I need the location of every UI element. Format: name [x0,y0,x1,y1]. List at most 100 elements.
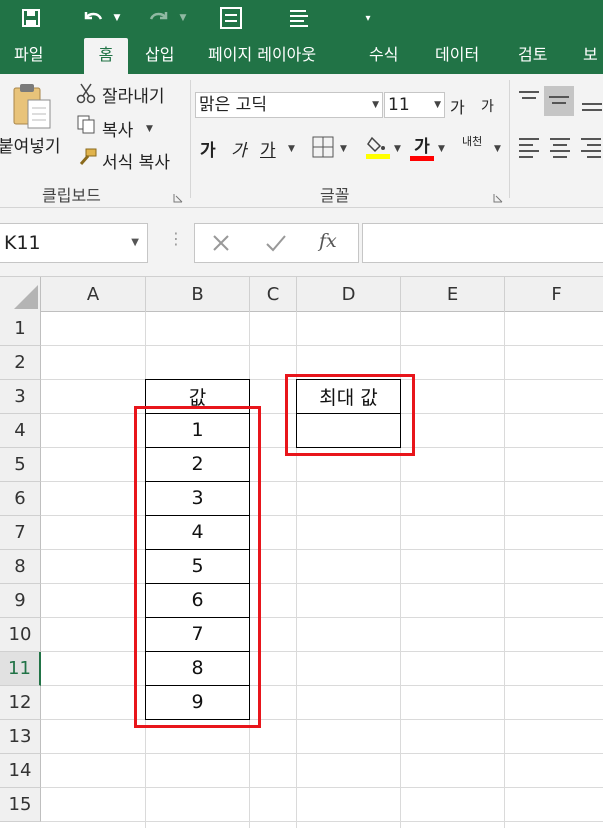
redo-icon[interactable] [144,0,174,36]
align-middle-icon[interactable] [544,86,574,116]
row-header-15[interactable]: 15 [0,788,41,822]
phonetic-label: 내천 [462,135,483,148]
gridline [41,719,603,720]
font-color-button[interactable]: 가 [410,132,434,161]
phonetic-dropdown-icon[interactable]: ▼ [494,144,501,154]
row-header-14[interactable]: 14 [0,754,41,788]
font-launcher-icon[interactable] [493,188,503,203]
gridline [41,821,603,822]
tab-page-layout[interactable]: 페이지 레이아웃 [208,36,316,74]
copy-dropdown-icon[interactable]: ▼ [146,124,153,134]
paste-icon[interactable] [10,82,54,130]
bold-button[interactable]: 가 [200,136,216,161]
border-icon[interactable] [312,136,334,163]
align-left-icon[interactable] [517,136,541,165]
align-center-icon[interactable] [548,136,572,165]
cut-button[interactable]: 잘라내기 [102,82,165,107]
redo-dropdown-icon[interactable]: ▼ [176,0,190,36]
formula-buttons: fx [194,223,359,263]
align-bottom-icon[interactable] [580,90,603,119]
row-header-12[interactable]: 12 [0,686,41,720]
row-header-4[interactable]: 4 [0,414,41,448]
align-top-icon[interactable] [517,90,541,115]
tab-review[interactable]: 검토 [518,36,547,74]
formula-input[interactable] [362,223,603,263]
font-group-label: 글꼴 [320,186,350,205]
row-header-3[interactable]: 3 [0,380,41,414]
phonetic-button[interactable]: 내천 [462,136,488,147]
undo-icon[interactable] [78,0,108,36]
row-header-2[interactable]: 2 [0,346,41,380]
enter-icon[interactable] [265,233,287,257]
font-size-value: 11 [388,95,410,115]
underline-button[interactable]: 가 [260,136,276,161]
row-header-8[interactable]: 8 [0,550,41,584]
row-header-11[interactable]: 11 [0,652,41,686]
form-icon[interactable] [216,0,246,36]
chevron-down-icon: ▼ [372,100,379,110]
column-header-e[interactable]: E [401,277,505,312]
gridline [41,753,603,754]
row-header-6[interactable]: 6 [0,482,41,516]
row-header-10[interactable]: 10 [0,618,41,652]
name-box[interactable]: K11 ▼ [0,223,148,263]
quick-access-toolbar: ▼ ▼ ▾ [0,0,603,36]
tab-file[interactable]: 파일 [14,36,43,74]
select-all-button[interactable] [0,277,41,312]
tab-insert[interactable]: 삽입 [145,36,174,74]
tab-formulas[interactable]: 수식 [369,36,398,74]
grow-font-button[interactable]: 가 [450,94,465,118]
resize-handle-icon[interactable]: ⋮ [168,231,184,247]
shrink-font-button[interactable]: 가 [481,96,494,116]
font-name-select[interactable]: 맑은 고딕 ▼ [195,92,383,118]
font-color-dropdown-icon[interactable]: ▼ [438,144,445,154]
values-highlight-box [134,406,261,728]
save-icon[interactable] [16,0,46,36]
gridline [504,312,505,828]
column-header-a[interactable]: A [41,277,146,312]
worksheet-grid: A B C D E F 1 2 3 4 5 6 7 8 9 10 11 12 1… [0,276,603,828]
align-right-icon[interactable] [579,136,603,165]
italic-button[interactable]: 가 [231,136,247,161]
customize-icon[interactable]: ▾ [360,0,376,36]
chevron-down-icon: ▼ [434,100,441,110]
font-size-select[interactable]: 11 ▼ [384,92,445,118]
gridline [41,685,603,686]
insert-function-button[interactable]: fx [319,230,337,252]
list-icon[interactable] [285,0,313,36]
gridline [41,583,603,584]
column-header-c[interactable]: C [250,277,297,312]
clipboard-launcher-icon[interactable] [173,188,183,203]
copy-icon[interactable] [76,114,96,139]
undo-dropdown-icon[interactable]: ▼ [110,0,124,36]
cut-icon[interactable] [76,82,96,109]
font-name-value: 맑은 고딕 [199,95,267,115]
row-header-9[interactable]: 9 [0,584,41,618]
ribbon-tabs: 파일 홈 삽입 페이지 레이아웃 수식 데이터 검토 보 [0,36,603,74]
gridline [41,345,603,346]
paste-button[interactable]: 붙여넣기 [0,132,61,157]
row-header-1[interactable]: 1 [0,312,41,346]
tab-home[interactable]: 홈 [84,38,128,74]
fill-color-icon[interactable] [366,134,390,165]
ribbon-home: 붙여넣기 잘라내기 복사 ▼ 서식 복사 클립보드 맑은 고딕 ▼ 11 ▼ 가… [0,74,603,208]
border-dropdown-icon[interactable]: ▼ [340,144,347,154]
tab-data[interactable]: 데이터 [435,36,479,74]
tab-view[interactable]: 보 [583,36,598,74]
format-painter-button[interactable]: 서식 복사 [102,148,170,173]
gridline [41,549,603,550]
column-header-b[interactable]: B [146,277,250,312]
row-header-7[interactable]: 7 [0,516,41,550]
column-header-d[interactable]: D [297,277,401,312]
cancel-icon[interactable] [211,233,231,257]
copy-button[interactable]: 복사 [102,116,133,141]
fill-color-dropdown-icon[interactable]: ▼ [394,144,401,154]
column-header-f[interactable]: F [505,277,603,312]
gridline [41,651,603,652]
max-highlight-box [285,374,415,456]
row-header-5[interactable]: 5 [0,448,41,482]
format-painter-icon[interactable] [76,148,98,173]
underline-dropdown-icon[interactable]: ▼ [288,144,295,154]
row-header-13[interactable]: 13 [0,720,41,754]
group-separator [190,80,191,198]
